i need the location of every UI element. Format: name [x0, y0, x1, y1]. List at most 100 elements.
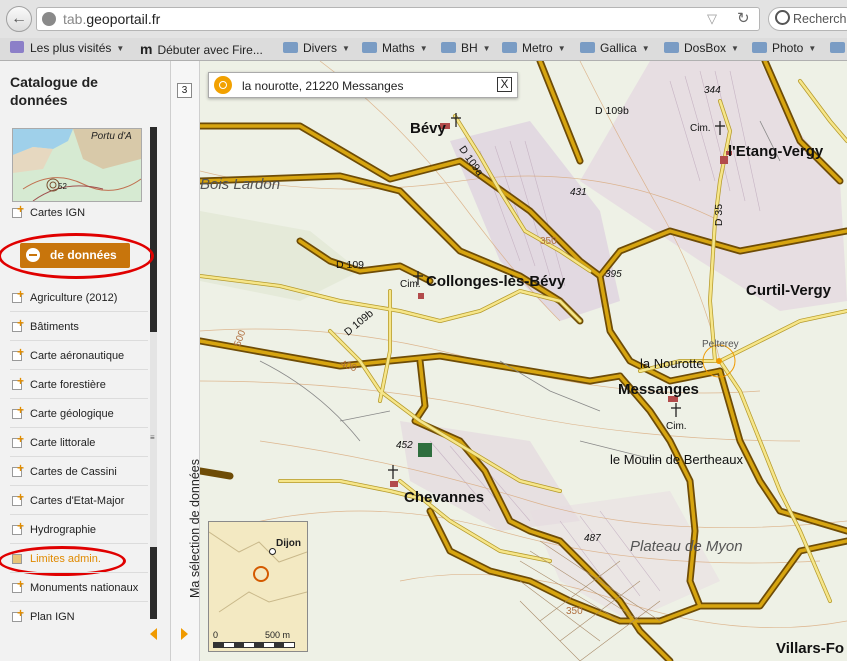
url-bar[interactable]: tab.geoportail.fr ▽ ↻	[36, 7, 760, 31]
catalog-item[interactable]: Carte forestière	[12, 374, 147, 394]
url-text[interactable]: tab.geoportail.fr	[63, 11, 160, 27]
map-label-collonges: Collonges-lès-Bévy	[426, 273, 566, 290]
add-icon	[12, 403, 24, 419]
bookmarks-bar: Les plus visités ▼ m Débuter avec Fire... …	[0, 38, 847, 61]
add-icon	[12, 345, 24, 361]
folder-icon	[441, 42, 456, 53]
bookmark-folder-gallica[interactable]: Gallica ▼	[580, 41, 650, 55]
selection-count-badge: 3	[177, 83, 192, 98]
add-icon	[12, 490, 24, 506]
catalog-item[interactable]: Hydrographie	[12, 519, 147, 539]
add-icon	[12, 374, 24, 390]
catalog-item[interactable]: Cartes de Cassini	[12, 461, 147, 481]
map-label-altitude: 487	[584, 533, 601, 544]
catalog-item[interactable]: Cartes d'Etat-Major	[12, 490, 147, 510]
add-icon	[12, 202, 24, 218]
catalog-title: Catalogue de données	[10, 74, 98, 108]
bookmark-label: Divers	[303, 41, 338, 55]
add-icon	[12, 432, 24, 448]
catalog-item[interactable]: Carte géologique	[12, 403, 147, 423]
map-label-contour: 350	[566, 606, 583, 617]
locate-icon[interactable]	[214, 76, 232, 94]
map-label-pelterey: Pelterey	[702, 339, 739, 350]
bookmark-label: Photo	[772, 41, 804, 55]
scale-start-label: 0	[213, 630, 219, 640]
catalog-item-label: Agriculture (2012)	[30, 292, 118, 304]
add-icon	[12, 287, 24, 303]
search-icon	[775, 10, 790, 25]
map-label-cemetery: Cim.	[400, 279, 421, 290]
overview-minimap[interactable]: Dijon 0 500 m	[208, 521, 308, 652]
scrollbar-thumb-lower[interactable]	[150, 547, 157, 619]
catalog-item[interactable]: Bâtiments	[12, 316, 147, 336]
divider	[10, 543, 148, 544]
folder-icon[interactable]	[830, 41, 847, 55]
add-icon	[12, 577, 24, 593]
scale-bar: 0 500 m	[213, 630, 303, 650]
back-arrow-icon: ←	[11, 10, 27, 27]
catalog-item[interactable]: Monuments nationaux	[12, 577, 147, 597]
bookmark-folder-dosbox[interactable]: DosBox ▼	[664, 41, 739, 55]
map-label-contour: 350	[540, 236, 557, 247]
divider	[10, 514, 148, 515]
map-label-curtil-vergy: Curtil-Vergy	[746, 282, 832, 299]
bookmark-label: Les plus visités	[30, 41, 112, 55]
expand-right-arrow-icon[interactable]	[181, 628, 188, 640]
location-search-text[interactable]: la nourotte, 21220 Messanges	[242, 79, 403, 93]
map-label-road: D 109b	[595, 105, 629, 117]
browser-toolbar: ← tab.geoportail.fr ▽ ↻ Recherch	[0, 0, 847, 39]
collapse-left-arrow-icon[interactable]	[150, 628, 157, 640]
reload-icon[interactable]: ↻	[737, 9, 750, 27]
browser-search-input[interactable]: Recherch	[768, 7, 847, 31]
bookmark-folder-maths[interactable]: Maths ▼	[362, 41, 428, 55]
bookmark-label: Gallica	[600, 41, 637, 55]
bookmark-folder-bh[interactable]: BH ▼	[441, 41, 491, 55]
catalog-item-label: Cartes IGN	[30, 207, 86, 219]
dropdown-arrow-icon[interactable]: ▽	[707, 11, 717, 27]
catalog-item[interactable]: Agriculture (2012)	[12, 287, 147, 307]
minimap-city-label: Dijon	[276, 538, 301, 549]
thumbnail-number: 52	[58, 182, 67, 191]
bookmark-most-visited[interactable]: Les plus visités ▼	[10, 41, 124, 55]
map-label-etang-vergy: l'Etang-Vergy	[728, 143, 824, 160]
divider	[10, 311, 148, 312]
add-icon	[12, 606, 24, 622]
bookmark-folder-metro[interactable]: Metro ▼	[502, 41, 566, 55]
position-target-icon	[253, 566, 269, 582]
catalog-item-cartes-ign[interactable]: Cartes IGN	[12, 202, 147, 222]
chevron-down-icon: ▼	[342, 44, 350, 53]
thumbnail-label: Portu d'A	[91, 131, 132, 142]
catalog-item-label: Cartes d'Etat-Major	[30, 495, 125, 507]
divider	[10, 398, 148, 399]
location-search-box[interactable]: la nourotte, 21220 Messanges X	[208, 72, 518, 98]
bookmark-folder-divers[interactable]: Divers ▼	[283, 41, 350, 55]
map-label-nourotte: la Nourotte	[640, 356, 704, 371]
catalog-item-label: Carte géologique	[30, 408, 114, 420]
map-label-chevannes: Chevannes	[404, 489, 485, 506]
search-placeholder: Recherch	[793, 12, 847, 26]
chevron-down-icon: ▼	[557, 44, 566, 53]
sidebar-scrollbar[interactable]	[150, 127, 157, 619]
catalog-item-label: Bâtiments	[30, 321, 79, 333]
catalog-item-label: Carte aéronautique	[30, 350, 125, 362]
bookmark-getting-started[interactable]: m Débuter avec Fire...	[140, 41, 263, 57]
bookmark-label: Metro	[522, 41, 553, 55]
catalog-item-label: Carte forestière	[30, 379, 106, 391]
catalog-item[interactable]: Carte aéronautique	[12, 345, 147, 365]
globe-icon	[42, 12, 56, 26]
bookmark-folder-photo[interactable]: Photo ▼	[752, 41, 816, 55]
folder-icon	[502, 42, 517, 53]
map-label-cemetery: Cim.	[690, 123, 711, 134]
close-button[interactable]: X	[497, 77, 512, 92]
catalog-item[interactable]: Plan IGN	[12, 606, 147, 626]
back-button[interactable]: ←	[6, 6, 32, 32]
catalog-sidebar: Catalogue de données Portu d'A 52 ≡ Cart…	[0, 61, 171, 661]
folder-icon	[830, 42, 845, 53]
catalog-item[interactable]: Carte littorale	[12, 432, 147, 452]
map-label-road: D 35	[713, 203, 726, 227]
map-thumbnail[interactable]: Portu d'A 52	[12, 128, 142, 202]
resize-grip-icon[interactable]: ≡	[150, 433, 155, 442]
catalog-item-label: Carte littorale	[30, 437, 96, 449]
divider	[10, 601, 148, 602]
scrollbar-thumb[interactable]	[150, 127, 157, 332]
